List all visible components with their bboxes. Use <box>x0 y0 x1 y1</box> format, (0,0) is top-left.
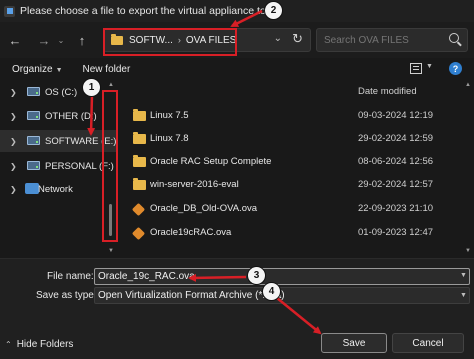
save-panel: File name: ▼ Save as type: Open Virtuali… <box>0 258 474 359</box>
step-badge-3: 3 <box>247 266 266 285</box>
chevron-down-icon[interactable]: ⌄ <box>274 33 282 44</box>
sidebar-item-personal-f[interactable]: ❯ PERSONAL (F:) <box>0 155 116 177</box>
details-view-icon[interactable] <box>410 63 422 74</box>
list-item[interactable]: Oracle19cRAC.ova 01-09-2023 12:47 <box>116 222 466 244</box>
chevron-right-icon[interactable]: ❯ <box>10 112 17 121</box>
file-name: Linux 7.8 <box>150 133 189 144</box>
column-header-date[interactable]: Date modified <box>358 86 417 97</box>
folder-icon <box>133 132 146 144</box>
organize-label: Organize <box>12 63 53 75</box>
chevron-right-icon[interactable]: ❯ <box>10 162 17 171</box>
sidebar-item-software-e[interactable]: ❯ SOFTWARE (E:) <box>0 130 116 152</box>
chevron-down-icon[interactable]: ▼ <box>460 272 467 279</box>
drive-icon <box>27 136 40 145</box>
file-name: Linux 7.5 <box>150 110 189 121</box>
file-name: Oracle_DB_Old-OVA.ova <box>150 203 258 214</box>
file-list: Date modified Linux 7.5 09-03-2024 12:19… <box>116 80 474 258</box>
caret-down-icon[interactable]: ▼ <box>426 63 433 70</box>
arrow-up-icon[interactable]: ↑ <box>70 28 94 52</box>
file-name-label: File name: <box>47 271 94 282</box>
arrow-left-icon[interactable]: ← <box>3 28 27 52</box>
step-badge-1: 1 <box>82 78 101 97</box>
navigation-bar: ← → ⌄ ↑ SOFTW... › OVA FILES ⌄ ↻ <box>0 22 474 58</box>
search-input[interactable] <box>324 34 444 46</box>
list-item[interactable]: win-server-2016-eval 29-02-2024 12:57 <box>116 174 466 196</box>
file-date: 08-06-2024 12:56 <box>358 156 434 167</box>
navigation-pane: ❯ OS (C:) ❯ OTHER (D:) ❯ SOFTWARE (E:) ❯… <box>0 80 116 258</box>
highlight-box-breadcrumb <box>103 28 237 56</box>
help-icon[interactable]: ? <box>449 62 462 75</box>
file-name: Oracle RAC Setup Complete <box>150 156 272 167</box>
save-button[interactable]: Save <box>321 333 387 353</box>
cancel-button[interactable]: Cancel <box>392 333 464 353</box>
new-folder-button[interactable]: New folder <box>83 64 131 75</box>
list-item[interactable]: Linux 7.5 09-03-2024 12:19 <box>116 105 466 127</box>
scroll-up-icon[interactable]: ▲ <box>465 82 471 88</box>
app-icon <box>4 5 15 17</box>
step-badge-2: 2 <box>264 1 283 20</box>
folder-icon <box>133 178 146 190</box>
save-as-type-select[interactable]: Open Virtualization Format Archive (*.ov… <box>94 287 470 304</box>
sidebar-item-label: OS (C:) <box>45 86 78 98</box>
list-item[interactable]: Linux 7.8 29-02-2024 12:59 <box>116 128 466 150</box>
scroll-down-icon[interactable]: ▼ <box>465 248 471 254</box>
chevron-down-icon[interactable]: ▼ <box>460 292 467 299</box>
search-box[interactable] <box>316 28 468 52</box>
scroll-up-icon[interactable]: ▲ <box>108 82 114 88</box>
scroll-down-icon[interactable]: ▼ <box>108 248 114 254</box>
chevron-down-icon[interactable]: ⌄ <box>54 28 68 52</box>
file-date: 22-09-2023 21:10 <box>358 203 434 214</box>
organize-button[interactable]: Organize ▼ <box>12 64 63 75</box>
folder-icon <box>133 109 146 121</box>
file-list-scrollbar[interactable]: ▲ ▼ <box>465 80 471 258</box>
ova-file-icon <box>131 202 146 217</box>
network-icon <box>25 183 39 194</box>
sidebar-item-label: Network <box>38 183 73 195</box>
hide-folders-button[interactable]: ⌃ Hide Folders <box>5 339 73 350</box>
chevron-right-icon[interactable]: ❯ <box>10 137 17 146</box>
file-name-field[interactable] <box>94 268 470 285</box>
sidebar-item-network[interactable]: ❯ Network <box>0 178 116 200</box>
title-bar: Please choose a file to export the virtu… <box>0 0 474 22</box>
toolbar: Organize ▼ New folder ▼ ? <box>0 58 474 80</box>
drive-icon <box>27 161 40 170</box>
file-date: 09-03-2024 12:19 <box>358 110 434 121</box>
file-name: win-server-2016-eval <box>150 179 239 190</box>
list-item[interactable]: Oracle RAC Setup Complete 08-06-2024 12:… <box>116 151 466 173</box>
file-date: 29-02-2024 12:57 <box>358 179 434 190</box>
save-as-type-label: Save as type: <box>36 290 97 301</box>
list-item[interactable]: Oracle_DB_Old-OVA.ova 22-09-2023 21:10 <box>116 198 466 220</box>
folder-icon <box>133 155 146 167</box>
arrow-right-icon[interactable]: → <box>32 28 56 52</box>
hide-folders-label: Hide Folders <box>16 339 74 350</box>
file-date: 29-02-2024 12:59 <box>358 133 434 144</box>
caret-up-icon: ⌃ <box>5 340 12 349</box>
highlight-box-nav-pane <box>102 90 118 242</box>
step-badge-4: 4 <box>262 282 281 301</box>
search-icon[interactable] <box>449 33 459 43</box>
chevron-right-icon[interactable]: ❯ <box>10 88 17 97</box>
drive-icon <box>27 87 40 96</box>
file-name: Oracle19cRAC.ova <box>150 227 232 238</box>
window-title: Please choose a file to export the virtu… <box>20 5 266 17</box>
chevron-right-icon[interactable]: ❯ <box>10 185 17 194</box>
sidebar-item-other-d[interactable]: ❯ OTHER (D:) <box>0 105 116 127</box>
ova-file-icon <box>131 226 146 241</box>
drive-icon <box>27 111 40 120</box>
sidebar-item-label: OTHER (D:) <box>45 110 97 122</box>
caret-down-icon: ▼ <box>55 66 63 74</box>
file-date: 01-09-2023 12:47 <box>358 227 434 238</box>
refresh-icon[interactable]: ↻ <box>292 31 303 47</box>
